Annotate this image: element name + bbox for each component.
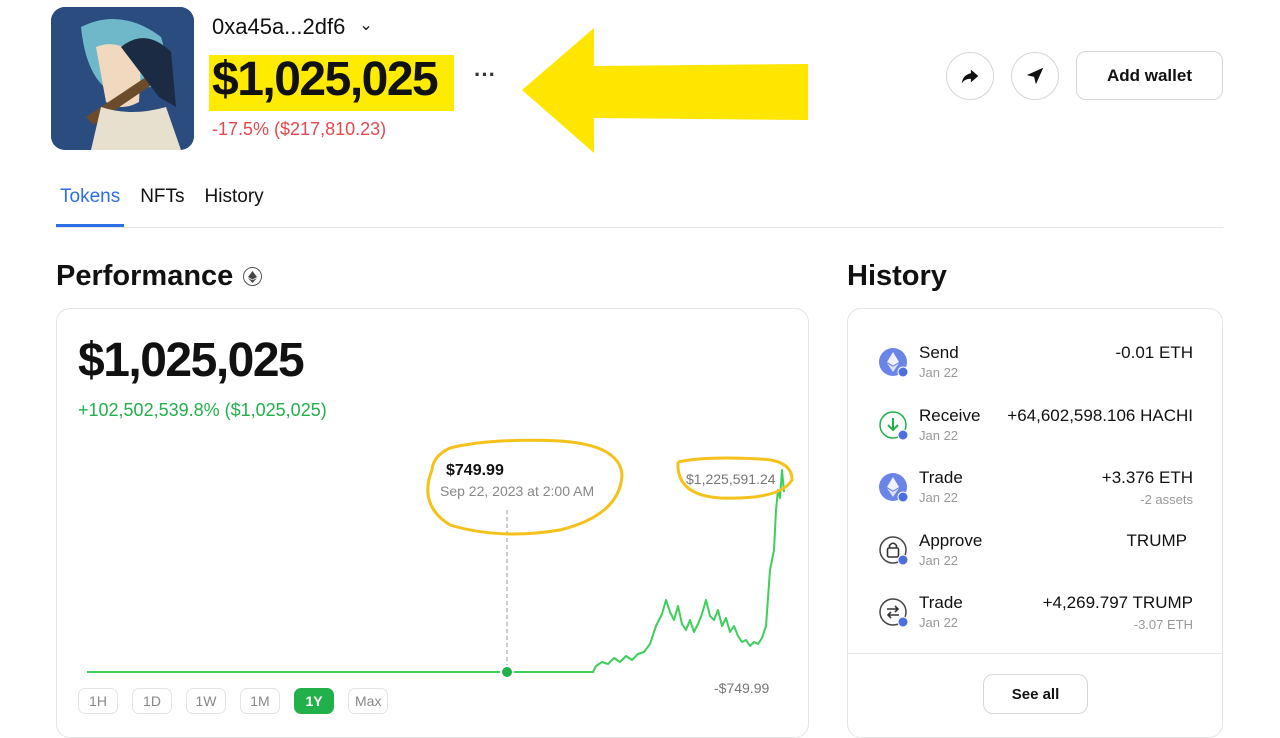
receive-icon [879, 411, 908, 440]
history-type: Send [919, 343, 959, 362]
range-1w[interactable]: 1W [186, 688, 226, 714]
range-1m[interactable]: 1M [240, 688, 280, 714]
tab-nfts[interactable]: NFTs [136, 186, 188, 227]
performance-chart[interactable] [56, 430, 809, 688]
selected-point [500, 665, 514, 679]
history-item[interactable]: Trade Jan 22 +4,269.797 TRUMP -3.07 ETH [878, 593, 1193, 643]
see-all-button[interactable]: See all [983, 674, 1088, 714]
tab-tokens[interactable]: Tokens [56, 186, 125, 227]
history-date: Jan 22 [919, 365, 959, 380]
send-icon [1026, 67, 1044, 85]
history-item[interactable]: Send Jan 22 -0.01 ETH [878, 343, 1193, 393]
history-type: Trade [919, 593, 963, 612]
history-type: Trade [919, 468, 963, 487]
wallet-address-selector[interactable]: 0xa45a...2df6 ⌄ [212, 14, 373, 40]
avatar-illustration [51, 7, 194, 150]
performance-heading: Performance [56, 260, 263, 293]
share-button[interactable] [946, 52, 994, 100]
history-date: Jan 22 [919, 615, 959, 630]
time-range-selector: 1H 1D 1W 1M 1Y Max [78, 688, 389, 714]
tab-history[interactable]: History [201, 186, 268, 227]
history-sub-amount: -3.07 ETH [1133, 617, 1193, 632]
history-title: History [847, 260, 947, 292]
tabs-divider [56, 227, 1223, 228]
history-date: Jan 22 [919, 553, 959, 568]
history-sub-amount: -2 assets [1140, 492, 1193, 507]
history-date: Jan 22 [919, 428, 959, 443]
tooltip-price: $749.99 [446, 462, 504, 479]
tooltip-date: Sep 22, 2023 at 2:00 AM [440, 483, 595, 499]
chart-min-label: -$749.99 [714, 680, 770, 696]
history-amount: +4,269.797 TRUMP [1042, 593, 1193, 612]
history-amount: TRUMP [1126, 531, 1187, 550]
tab-bar: Tokens NFTs History [56, 186, 280, 227]
chart-max-label: $1,225,591.24 [686, 471, 776, 487]
range-1d[interactable]: 1D [132, 688, 172, 714]
history-item[interactable]: Receive Jan 22 +64,602,598.106 HACHI [878, 406, 1193, 456]
wallet-avatar [51, 7, 194, 150]
add-wallet-button[interactable]: Add wallet [1076, 51, 1223, 100]
more-options-button[interactable]: ··· [474, 62, 496, 88]
history-type: Approve [919, 531, 983, 550]
swap-icon [879, 598, 908, 627]
history-amount: -0.01 ETH [1115, 343, 1193, 362]
annotation-arrow-icon [522, 28, 808, 153]
send-button[interactable] [1011, 52, 1059, 100]
history-type: Receive [919, 406, 981, 425]
history-item[interactable]: Trade Jan 22 +3.376 ETH -2 assets [878, 468, 1193, 518]
history-item[interactable]: Approve Jan 22 TRUMP [878, 531, 1193, 581]
chevron-down-icon: ⌄ [359, 17, 373, 34]
performance-value: $1,025,025 [78, 334, 305, 387]
range-1y[interactable]: 1Y [294, 688, 334, 714]
wallet-address: 0xa45a...2df6 [212, 14, 346, 39]
balance-change: -17.5% ($217,810.23) [212, 119, 387, 139]
price-line [87, 469, 785, 673]
performance-change: +102,502,539.8% ($1,025,025) [78, 400, 327, 420]
range-1h[interactable]: 1H [78, 688, 118, 714]
eth-network-icon [243, 267, 263, 286]
range-max[interactable]: Max [348, 688, 389, 714]
history-amount: +3.376 ETH [1101, 468, 1193, 487]
history-amount: +64,602,598.106 HACHI [1007, 406, 1193, 425]
eth-icon [879, 348, 908, 377]
share-arrow-icon [961, 69, 979, 84]
performance-title: Performance [56, 260, 234, 292]
history-divider [848, 653, 1222, 654]
history-date: Jan 22 [919, 490, 959, 505]
eth-icon [879, 473, 908, 502]
lock-icon [879, 536, 908, 565]
wallet-balance: $1,025,025 [212, 53, 439, 106]
